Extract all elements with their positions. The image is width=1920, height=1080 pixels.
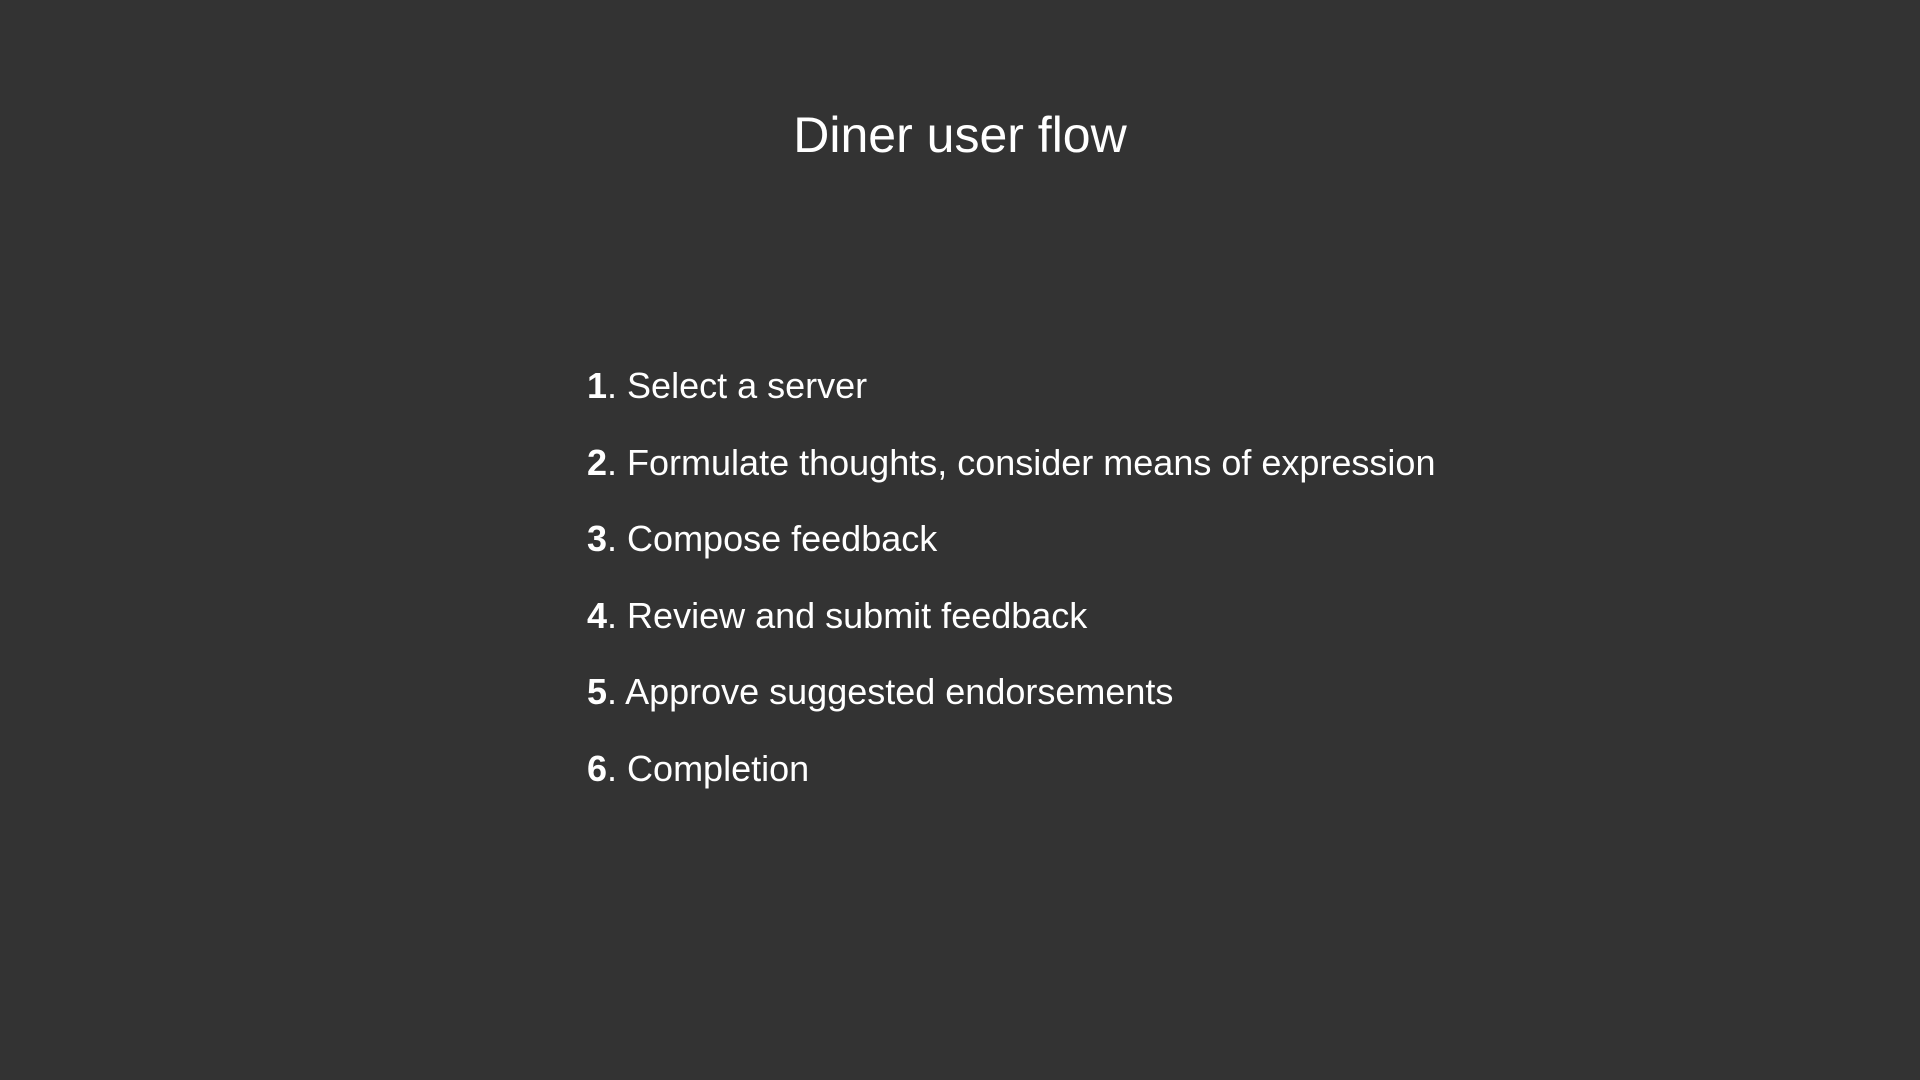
step-number: 1 [587,365,608,406]
step-text: Formulate thoughts, consider means of ex… [627,441,1436,483]
step-number: 6 [587,747,608,789]
step-text: Approve suggested endorsements [625,671,1174,712]
steps-list: 1. Select a server 2. Formulate thoughts… [587,360,1435,819]
step-text: Compose feedback [627,518,938,559]
list-item: 6. Completion [587,743,1435,795]
slide-title: Diner user flow [793,107,1127,163]
step-separator: . [607,594,628,636]
list-item: 1. Select a server [587,360,1435,412]
step-text: Review and submit feedback [627,594,1088,636]
step-separator: . [607,747,628,789]
step-text: Select a server [627,365,868,406]
step-number: 3 [587,518,608,559]
list-item: 2. Formulate thoughts, consider means of… [587,437,1435,489]
step-text: Completion [627,747,810,789]
list-item: 4. Review and submit feedback [587,590,1435,642]
step-number: 4 [587,594,608,636]
list-item: 5. Approve suggested endorsements [587,666,1435,718]
step-number: 5 [587,671,608,712]
step-separator: . [607,365,628,406]
step-separator: . [607,441,628,483]
step-separator: . [607,671,626,712]
step-number: 2 [587,441,608,483]
slide: Diner user flow 1. Select a server 2. Fo… [0,0,1920,1080]
step-separator: . [607,518,628,559]
list-item: 3. Compose feedback [587,513,1435,565]
